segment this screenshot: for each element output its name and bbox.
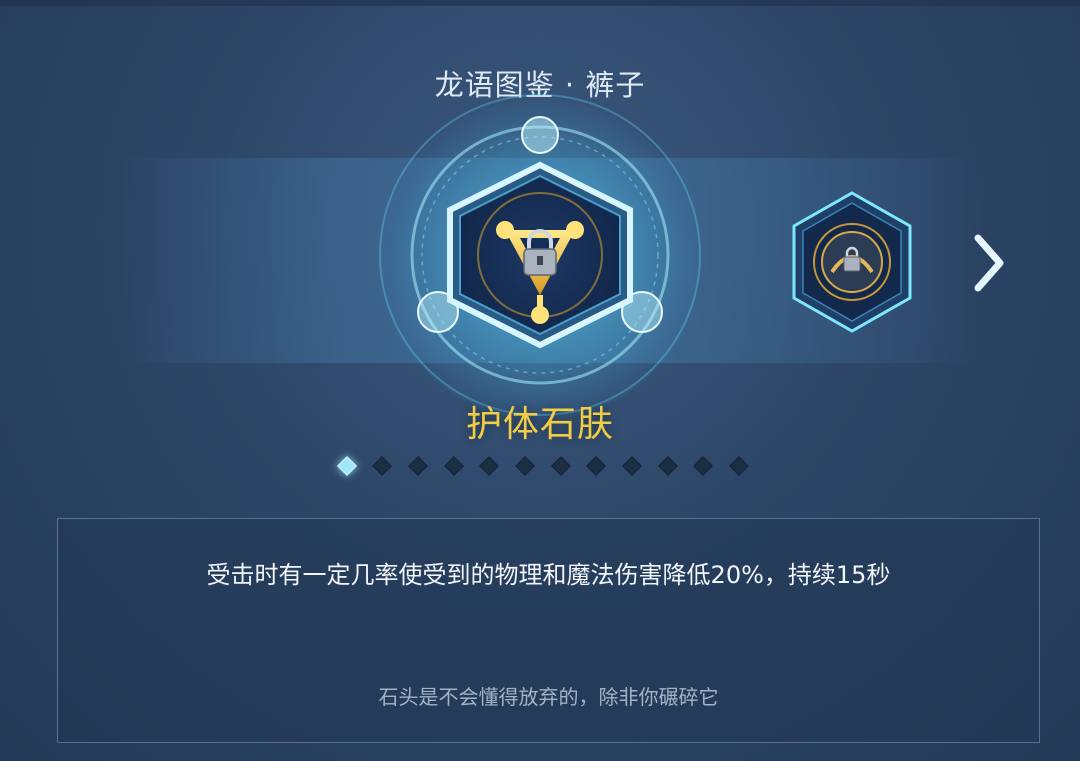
top-strip bbox=[0, 0, 1080, 6]
page-dot-3[interactable] bbox=[408, 456, 428, 476]
chevron-right-icon bbox=[974, 234, 1004, 292]
page-dot-10[interactable] bbox=[658, 456, 678, 476]
skill-description: 受击时有一定几率使受到的物理和魔法伤害降低20%，持续15秒 bbox=[206, 561, 891, 589]
page-dot-9[interactable] bbox=[622, 456, 642, 476]
page-dot-4[interactable] bbox=[444, 456, 464, 476]
next-button[interactable] bbox=[968, 232, 1010, 294]
page-dot-6[interactable] bbox=[515, 456, 535, 476]
page-dot-11[interactable] bbox=[693, 456, 713, 476]
orb-top bbox=[521, 116, 559, 154]
dragon-orb-lock-icon bbox=[813, 223, 891, 301]
page-dot-1[interactable] bbox=[337, 456, 357, 476]
page-dot-2[interactable] bbox=[372, 456, 392, 476]
page-dot-5[interactable] bbox=[479, 456, 499, 476]
skill-name: 护体石肤 bbox=[465, 404, 614, 445]
page-dot-8[interactable] bbox=[586, 456, 606, 476]
skill-flavor-text: 石头是不会懂得放弃的，除非你碾碎它 bbox=[378, 685, 719, 709]
page-dot-12[interactable] bbox=[729, 456, 749, 476]
pagination bbox=[330, 455, 750, 477]
description-panel: 受击时有一定几率使受到的物理和魔法伤害降低20%，持续15秒 石头是不会懂得放弃… bbox=[57, 518, 1040, 743]
page-dot-7[interactable] bbox=[551, 456, 571, 476]
current-item-emblem[interactable] bbox=[330, 90, 750, 510]
next-item-emblem[interactable] bbox=[785, 188, 920, 338]
